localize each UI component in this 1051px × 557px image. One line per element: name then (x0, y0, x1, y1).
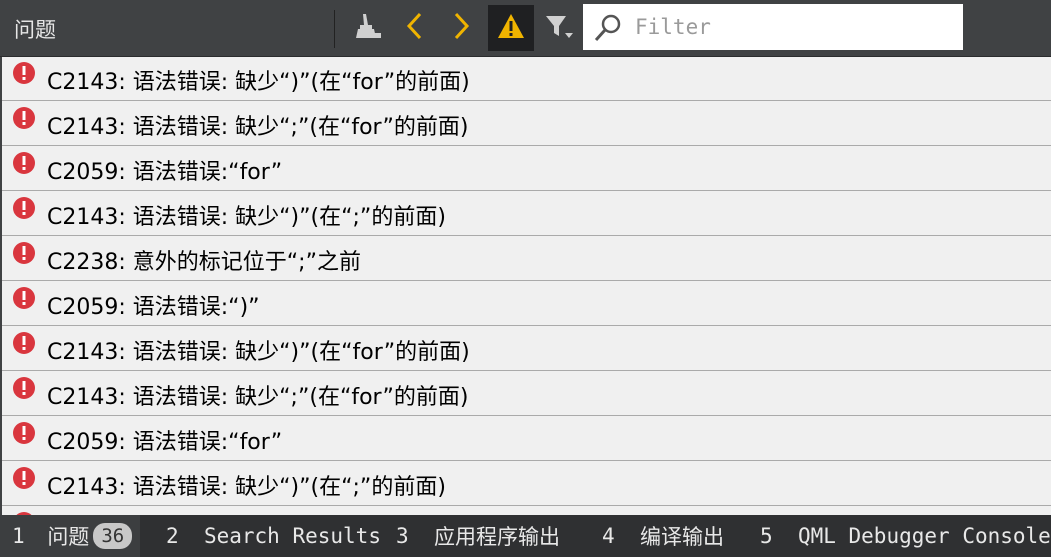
output-pane-bar: 1 问题 36 2 Search Results 3 应用程序输出 4 编译输出… (0, 515, 1051, 557)
error-icon (12, 196, 36, 224)
issue-row[interactable]: C2143: 语法错误: 缺少“;”(在“for”的前面) (2, 102, 1051, 146)
clean-button[interactable] (346, 5, 388, 51)
error-icon (12, 466, 36, 494)
show-warnings-toggle[interactable] (488, 5, 534, 51)
chevron-right-icon (450, 11, 472, 45)
issue-row[interactable]: C2143: 语法错误: 缺少“)”(在“;”的前面) (2, 462, 1051, 506)
issue-list[interactable]: C2143: 语法错误: 缺少“)”(在“for”的前面) C2143: 语法错… (2, 57, 1051, 515)
issue-message: C2143: 语法错误: 缺少“)”(在“for”的前面) (47, 70, 470, 95)
clean-broom-icon (351, 11, 383, 45)
issue-message: C2059: 语法错误:“)” (47, 295, 260, 320)
error-icon (12, 286, 36, 314)
output-pane-qml-debugger-tab[interactable]: 5 QML Debugger Console (760, 515, 1051, 557)
issue-count-badge: 36 (93, 523, 133, 549)
output-pane-issues-tab[interactable]: 1 问题 36 (0, 515, 140, 557)
search-icon (593, 13, 625, 47)
previous-issue-button[interactable] (394, 5, 436, 51)
filter-funnel-icon (543, 11, 575, 45)
output-pane-application-output-tab[interactable]: 3 应用程序输出 (396, 515, 560, 557)
issue-message: C2143: 语法错误: 缺少“)”(在“;”的前面) (47, 205, 446, 230)
issue-row[interactable]: C2059: 语法错误:“)” (2, 282, 1051, 326)
issue-row[interactable]: C2059: 语法错误:“for” (2, 147, 1051, 191)
pane-number: 4 (602, 524, 615, 548)
filter-input[interactable] (635, 10, 955, 44)
next-issue-button[interactable] (440, 5, 482, 51)
issue-row[interactable]: C2143: 语法错误: 缺少“;”(在“for”的前面) (2, 372, 1051, 416)
pane-label: 应用程序输出 (433, 525, 560, 549)
issue-row[interactable]: C2143: 语法错误: 缺少“)”(在“for”的前面) (2, 57, 1051, 101)
issues-toolbar: 问题 (0, 0, 1051, 57)
pane-number: 5 (760, 524, 773, 548)
output-pane-compile-output-tab[interactable]: 4 编译输出 (602, 515, 724, 557)
issue-message: C2143: 语法错误: 缺少“;”(在“for”的前面) (47, 385, 469, 410)
error-icon (12, 421, 36, 449)
issue-message: C2059: 语法错误:“for” (47, 160, 283, 185)
issue-row[interactable]: C2238: 意外的标记位于“;”之前 (2, 237, 1051, 281)
pane-number: 2 (166, 524, 179, 548)
error-icon (12, 241, 36, 269)
warning-icon (496, 12, 526, 44)
error-icon (12, 106, 36, 134)
error-icon (12, 61, 36, 89)
issue-row[interactable]: C2143: 语法错误: 缺少“)”(在“;”的前面) (2, 192, 1051, 236)
pane-number: 3 (396, 524, 409, 548)
chevron-left-icon (404, 11, 426, 45)
filter-options-button[interactable] (538, 5, 580, 51)
pane-number: 1 (12, 524, 25, 548)
error-icon (12, 331, 36, 359)
error-icon (12, 376, 36, 404)
pane-label: 问题 (47, 525, 90, 549)
issue-message: C2143: 语法错误: 缺少“;”(在“for”的前面) (47, 115, 469, 140)
issue-message: C2238: 意外的标记位于“;”之前 (47, 250, 361, 275)
issue-message: C2059: 语法错误:“for” (47, 430, 283, 455)
filter-field[interactable] (583, 4, 963, 50)
issue-row[interactable]: C2059: 语法错误:“for” (2, 417, 1051, 461)
issue-row[interactable]: C2143: 语法错误: 缺少“)”(在“for”的前面) (2, 327, 1051, 371)
output-pane-search-results-tab[interactable]: 2 Search Results (166, 515, 381, 557)
pane-label: 编译输出 (639, 525, 724, 549)
issue-message: C2143: 语法错误: 缺少“)”(在“for”的前面) (47, 340, 470, 365)
pane-title: 问题 (14, 18, 56, 42)
issue-row[interactable]: C2238: 意外的标记位于“;”之前 (2, 507, 1051, 515)
pane-label: QML Debugger Console (797, 524, 1051, 548)
issue-message: C2143: 语法错误: 缺少“)”(在“;”的前面) (47, 475, 446, 500)
error-icon (12, 151, 36, 179)
toolbar-divider (334, 10, 335, 48)
pane-label: Search Results (203, 524, 381, 548)
